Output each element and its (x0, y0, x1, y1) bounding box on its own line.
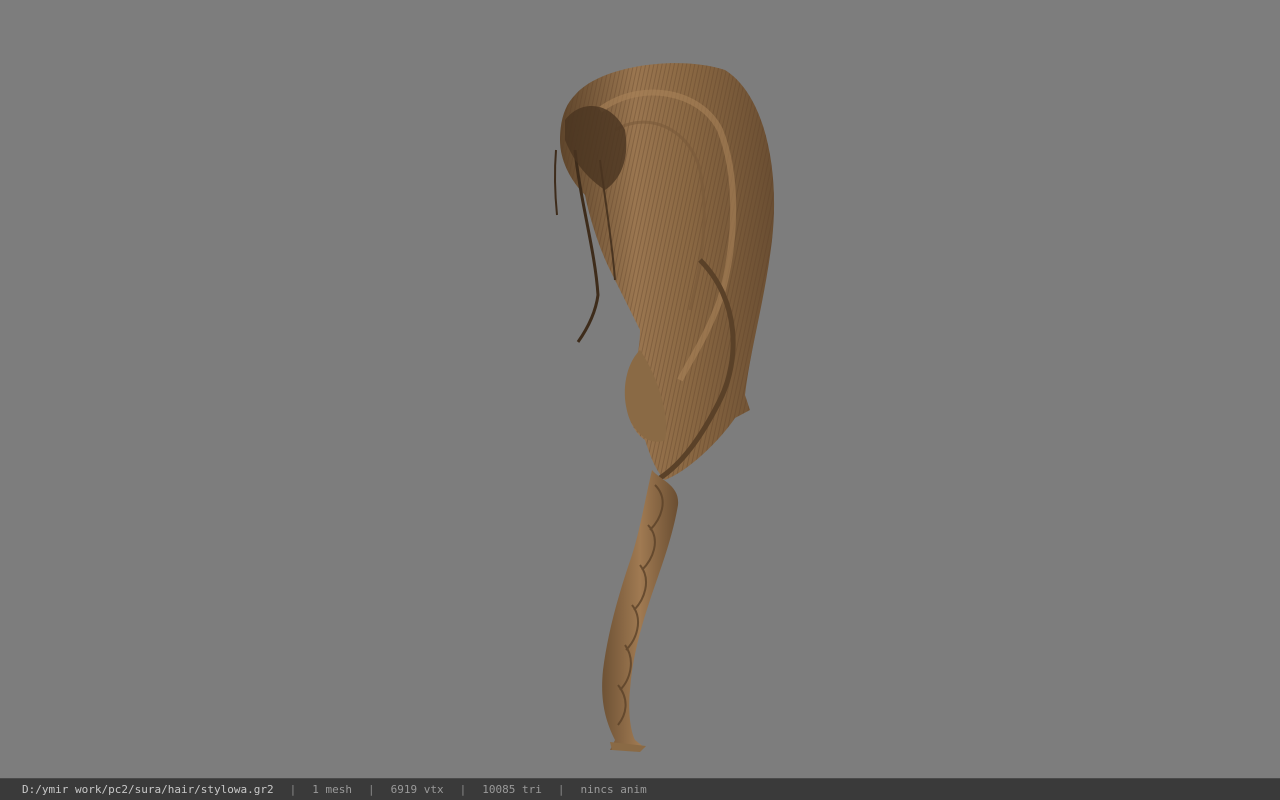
hair-mass (553, 63, 775, 481)
hair-model-render (553, 63, 775, 752)
triangle-count: 10085 tri (482, 783, 542, 796)
separator: | (459, 783, 467, 796)
mesh-count: 1 mesh (312, 783, 353, 796)
separator: | (289, 783, 297, 796)
animation-status: nincs anim (580, 783, 647, 796)
separator: | (368, 783, 375, 796)
vertex-count: 6919 vtx (390, 783, 444, 796)
3d-viewport[interactable] (0, 0, 1280, 778)
status-bar: D:/ymir work/pc2/sura/hair/stylowa.gr2 |… (0, 778, 1280, 800)
hair-braid (602, 470, 679, 752)
file-path: D:/ymir work/pc2/sura/hair/stylowa.gr2 (22, 783, 274, 796)
separator: | (557, 783, 565, 796)
